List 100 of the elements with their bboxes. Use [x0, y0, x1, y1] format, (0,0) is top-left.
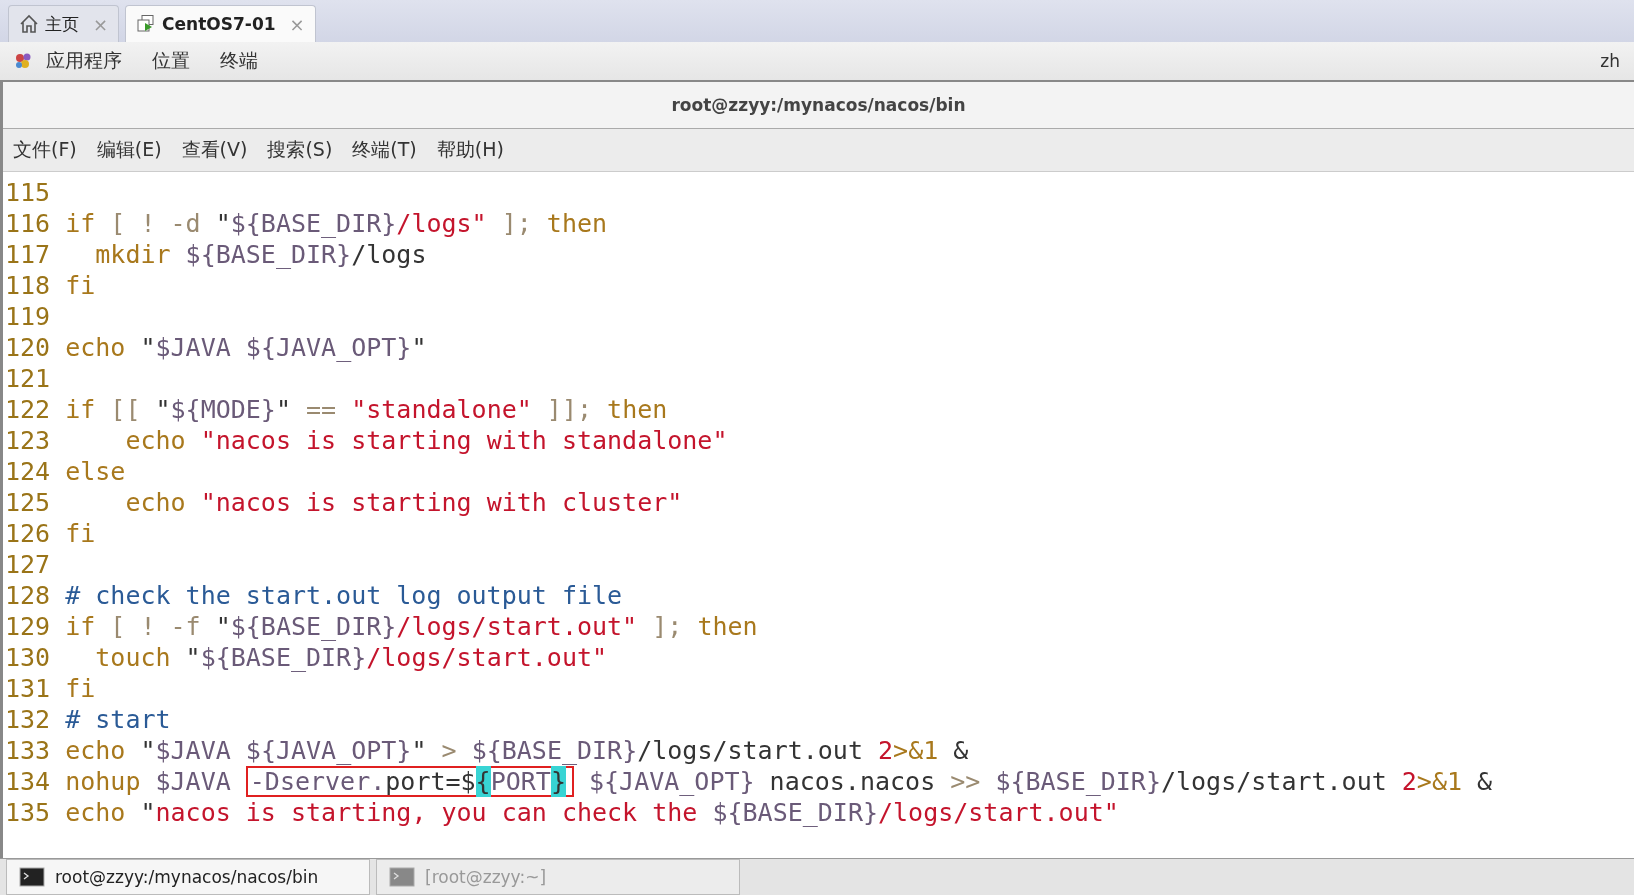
- code-keyword: then: [606, 395, 668, 424]
- code-text: nacos.nacos: [768, 767, 936, 796]
- code-number: 2: [1400, 767, 1417, 796]
- code-text: /logs/start.out: [637, 736, 863, 765]
- menu-item[interactable]: 文件(F): [13, 137, 77, 163]
- code-keyword: fi: [65, 271, 96, 300]
- taskbar-item[interactable]: root@zzyy:/mynacos/nacos/bin: [6, 859, 370, 895]
- code-keyword: echo: [124, 488, 186, 517]
- code-keyword: echo: [65, 798, 126, 827]
- code-keyword: if: [65, 612, 96, 641]
- code-operator: ==: [305, 395, 337, 424]
- code-string: "nacos is starting with standalone": [199, 426, 728, 455]
- tab-label: 主页: [45, 12, 79, 36]
- terminal-icon: [389, 867, 415, 887]
- line-number: 123: [4, 425, 51, 456]
- code-comment: # start: [65, 705, 171, 734]
- code-keyword: >&1: [1416, 767, 1462, 796]
- line-number: 126: [4, 518, 51, 549]
- code-keyword: mkdir: [94, 240, 171, 269]
- code-text: port=$: [385, 766, 476, 797]
- tab[interactable]: CentOS7-01 ×: [125, 5, 316, 42]
- desktop-menu-item[interactable]: 终端: [220, 48, 258, 74]
- code-variable: ${BASE_DIR}: [200, 643, 367, 672]
- line-number: 130: [4, 642, 51, 673]
- line-number: 122: [4, 394, 51, 425]
- menu-item[interactable]: 帮助(H): [436, 137, 504, 163]
- code-variable: $JAVA: [154, 767, 232, 796]
- menu-item[interactable]: 编辑(E): [96, 137, 162, 163]
- code-keyword: echo: [124, 426, 186, 455]
- code-variable: ${BASE_DIR}: [230, 209, 397, 238]
- code-text: &: [952, 736, 969, 765]
- code-variable: -Dserver.: [249, 766, 386, 797]
- code-keyword: echo: [65, 333, 126, 362]
- code-keyword: if: [65, 395, 96, 424]
- line-number: 132: [4, 704, 51, 735]
- code-text: ": [139, 736, 156, 765]
- line-number: 124: [4, 456, 51, 487]
- code-variable: ${BASE_DIR}: [470, 736, 638, 765]
- code-operator: ];: [500, 209, 532, 238]
- code-text: ": [184, 643, 201, 672]
- virtual-machine-icon: [136, 14, 157, 34]
- line-number: 119: [4, 301, 51, 332]
- code-variable: ${BASE_DIR}: [184, 240, 352, 269]
- code-keyword: >&1: [893, 736, 939, 765]
- window-title: root@zzyy:/mynacos/nacos/bin: [671, 95, 966, 115]
- code-keyword: echo: [65, 736, 126, 765]
- code-operator: ]];: [545, 395, 593, 424]
- code-operator: >>: [949, 767, 981, 796]
- code-keyword: then: [545, 209, 608, 238]
- language-indicator[interactable]: zh: [1600, 51, 1620, 71]
- menu-item[interactable]: 终端(T): [352, 137, 417, 163]
- code-keyword: fi: [65, 519, 96, 548]
- code-string: /logs": [396, 209, 487, 238]
- code-keyword: nohup: [65, 767, 141, 796]
- line-number: 134: [4, 766, 51, 797]
- code-variable: ${BASE_DIR}: [994, 767, 1161, 796]
- menu-item[interactable]: 搜索(S): [267, 137, 333, 163]
- code-keyword: touch: [94, 643, 171, 672]
- code-string: "standalone": [350, 395, 532, 424]
- line-number: 133: [4, 735, 51, 766]
- code-string: nacos is starting, you can check the: [155, 798, 698, 827]
- code-variable: ${BASE_DIR}: [711, 798, 878, 827]
- tab-label: CentOS7-01: [162, 14, 276, 34]
- line-number: 118: [4, 270, 51, 301]
- desktop-menu-item[interactable]: 应用程序: [46, 48, 122, 74]
- code-variable: PORT: [490, 766, 551, 797]
- line-number: 127: [4, 549, 51, 580]
- tab[interactable]: 主页 ×: [8, 5, 120, 42]
- code-text: ": [154, 395, 171, 424]
- code-string: /logs/start.out": [396, 612, 638, 641]
- line-number: 117: [4, 239, 51, 270]
- code-variable: ${BASE_DIR}: [230, 612, 397, 641]
- line-number: 125: [4, 487, 51, 518]
- home-icon: [19, 14, 39, 34]
- code-operator: ];: [651, 612, 683, 641]
- code-operator: [ ! -d: [109, 209, 201, 238]
- menu-item[interactable]: 查看(V): [181, 137, 248, 163]
- matched-brace: {: [475, 766, 491, 797]
- code-text: ": [214, 612, 231, 641]
- code-operator: [[: [109, 395, 141, 424]
- line-number: 129: [4, 611, 51, 642]
- code-variable: ${JAVA_OPT}: [244, 333, 412, 362]
- desktop-menu-item[interactable]: 位置: [152, 48, 190, 74]
- code-text: /logs: [351, 240, 427, 269]
- line-number: 128: [4, 580, 51, 611]
- code-number: 2: [877, 736, 894, 765]
- code-operator: >: [440, 736, 457, 765]
- code-operator: [ ! -f: [109, 612, 201, 641]
- line-number: 131: [4, 673, 51, 704]
- code-text: ": [139, 333, 156, 362]
- terminal-icon: [19, 867, 45, 887]
- line-number: 115: [4, 177, 51, 208]
- code-keyword: fi: [65, 674, 96, 703]
- code-keyword: else: [65, 457, 126, 486]
- code-variable: $JAVA: [155, 736, 231, 765]
- code-string: "nacos is starting with cluster": [199, 488, 683, 517]
- line-number: 120: [4, 332, 51, 363]
- code-text: ": [275, 395, 291, 424]
- code-variable: ${JAVA_OPT}: [588, 767, 755, 796]
- code-comment: # check the start.out log output file: [65, 581, 623, 610]
